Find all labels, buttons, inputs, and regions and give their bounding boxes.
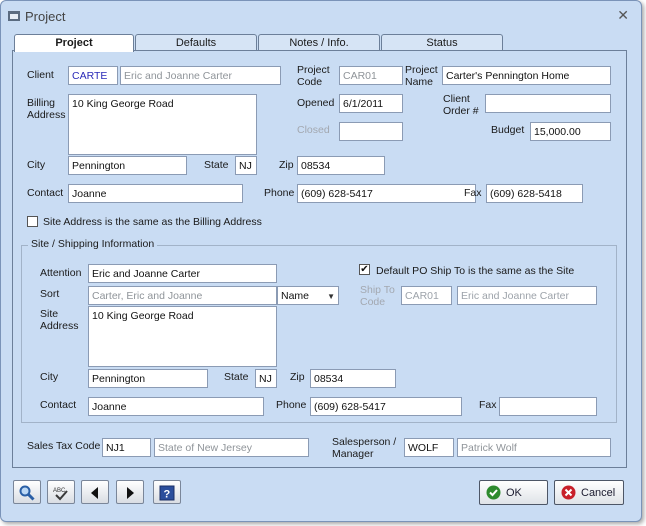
contact-label: Contact [27,187,64,199]
site-fax-label: Fax [479,399,497,411]
client-code-field[interactable]: CARTE [68,66,118,85]
sort-field[interactable]: Carter, Eric and Joanne [88,286,277,305]
same-as-billing-checkbox[interactable] [27,216,38,227]
fax-field[interactable]: (609) 628-5418 [486,184,583,203]
help-button[interactable]: ? [153,480,181,504]
client-order-field[interactable] [485,94,611,113]
search-button[interactable] [13,480,41,504]
client-name-field: Eric and Joanne Carter [120,66,281,85]
site-zip-label: Zip [290,371,305,383]
project-code-field: CAR01 [339,66,403,85]
project-dialog: Project ✕ Project Defaults Notes / Info.… [0,0,642,522]
site-zip-field[interactable]: 08534 [310,369,396,388]
zip-label: Zip [279,159,294,171]
magnifier-icon [14,484,40,505]
site-contact-label: Contact [40,399,77,411]
sales-tax-label: Sales Tax Code [27,440,101,452]
cancel-icon [561,485,576,500]
sort-label: Sort [40,288,60,300]
site-address-field[interactable]: 10 King George Road [88,306,277,367]
billing-address-label: Billing Address [27,97,66,121]
site-shipping-title: Site / Shipping Information [28,238,158,250]
city-label: City [27,159,46,171]
checkmark-icon [486,485,501,500]
sales-tax-name-field: State of New Jersey [154,438,309,457]
attention-label: Attention [40,267,82,279]
tab-project[interactable]: Project [14,34,134,52]
previous-record-button[interactable] [81,480,109,504]
salesperson-name-field: Patrick Wolf [457,438,611,457]
tab-status[interactable]: Status [381,34,503,51]
site-fax-field[interactable] [499,397,597,416]
cancel-label: Cancel [581,487,616,499]
po-ship-label: Default PO Ship To is the same as the Si… [376,265,575,277]
zip-field[interactable]: 08534 [297,156,385,175]
attention-field[interactable]: Eric and Joanne Carter [88,264,277,283]
ok-label: OK [506,487,522,499]
same-as-billing-label: Site Address is the same as the Billing … [43,216,262,228]
ship-to-code-label: Ship To Code [360,284,395,308]
site-address-label: Site Address [40,308,79,332]
budget-label: Budget [491,124,525,136]
title-bar: Project ✕ [1,1,641,31]
phone-label: Phone [264,187,295,199]
salesperson-code-field[interactable]: WOLF [404,438,454,457]
site-city-label: City [40,371,59,383]
sort-by-dropdown[interactable]: Name ▼ [277,286,339,305]
site-state-label: State [224,371,249,383]
fax-label: Fax [464,187,482,199]
project-name-label: Project Name [405,64,438,88]
site-contact-field[interactable]: Joanne [88,397,264,416]
budget-field[interactable]: 15,000.00 [530,122,611,141]
salesperson-label: Salesperson / Manager [332,436,397,460]
contact-field[interactable]: Joanne [68,184,243,203]
sort-by-value: Name [281,290,310,302]
city-field[interactable]: Pennington [68,156,187,175]
site-phone-label: Phone [276,399,307,411]
client-label: Client [27,69,54,81]
project-name-field[interactable]: Carter's Pennington Home [442,66,611,85]
sales-tax-code-field[interactable]: NJ1 [102,438,151,457]
spell-check-icon: ABC [48,484,74,505]
tab-notes-info[interactable]: Notes / Info. [258,34,380,51]
close-icon[interactable]: ✕ [617,7,629,24]
po-ship-checkbox[interactable]: ✔ [359,264,370,275]
ship-to-code-field: CAR01 [401,286,452,305]
state-label: State [204,159,229,171]
app-icon [8,11,20,21]
client-order-label: Client Order # [443,93,479,117]
chevron-down-icon: ▼ [327,292,335,301]
opened-label: Opened [297,97,335,109]
next-record-button[interactable] [116,480,144,504]
window-title: Project [25,9,66,24]
svg-text:?: ? [164,489,171,501]
help-icon: ? [154,484,180,505]
state-field[interactable]: NJ [235,156,257,175]
arrow-right-icon [117,484,143,505]
billing-address-field[interactable]: 10 King George Road [68,94,257,155]
ok-button[interactable]: OK [479,480,548,505]
project-code-label: Project Code [297,64,330,88]
closed-date-field[interactable] [339,122,403,141]
arrow-left-icon [82,484,108,505]
spell-check-button[interactable]: ABC [47,480,75,504]
cancel-button[interactable]: Cancel [554,480,624,505]
closed-label: Closed [297,124,330,136]
tab-defaults[interactable]: Defaults [135,34,257,51]
phone-field[interactable]: (609) 628-5417 [297,184,476,203]
site-phone-field[interactable]: (609) 628-5417 [310,397,462,416]
opened-date-field[interactable]: 6/1/2011 [339,94,403,113]
ship-to-name-field: Eric and Joanne Carter [457,286,597,305]
site-city-field[interactable]: Pennington [88,369,208,388]
site-state-field[interactable]: NJ [255,369,277,388]
